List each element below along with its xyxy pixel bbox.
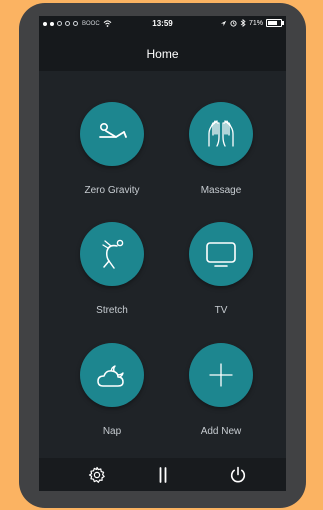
tile-label: Nap — [102, 426, 122, 437]
tile-tv[interactable]: TV — [171, 222, 271, 316]
action-grid: Zero Gravity Massage Stretch TV Nap Add … — [39, 71, 286, 458]
stretch-person-icon — [102, 239, 124, 269]
tile-label: Massage — [200, 185, 242, 196]
settings-button[interactable] — [88, 466, 106, 484]
power-button[interactable] — [229, 466, 247, 484]
massage-button[interactable] — [189, 102, 253, 166]
page-title: Home — [146, 47, 179, 61]
massage-hands-icon — [208, 120, 234, 147]
tile-zero-gravity[interactable]: Zero Gravity — [62, 102, 162, 196]
battery-percentage: 71% — [248, 19, 263, 27]
recline-person-icon — [99, 123, 127, 138]
bottom-toolbar — [39, 458, 286, 491]
tile-label: TV — [214, 305, 228, 316]
status-indicators: 71% — [220, 19, 284, 27]
pause-icon — [159, 467, 167, 483]
pause-button[interactable] — [154, 466, 172, 484]
location-icon — [220, 20, 227, 26]
cloud-moon-icon — [97, 365, 124, 387]
tv-icon — [206, 242, 236, 267]
stretch-button[interactable] — [80, 222, 144, 286]
app-screen: BOOC 13:59 71% Home Zero Gravity Massage… — [39, 16, 286, 491]
tile-label: Stretch — [96, 305, 128, 316]
alarm-icon — [230, 19, 237, 27]
tile-massage[interactable]: Massage — [171, 102, 271, 196]
add-new-button[interactable] — [189, 343, 253, 407]
tile-label: Add New — [200, 426, 242, 437]
plus-icon — [209, 363, 233, 387]
gear-icon — [88, 466, 105, 483]
tile-nap[interactable]: Nap — [62, 343, 162, 437]
navigation-bar: Home — [39, 33, 286, 71]
power-icon — [230, 466, 246, 483]
tv-button[interactable] — [189, 222, 253, 286]
tile-stretch[interactable]: Stretch — [62, 222, 162, 316]
phone-frame: BOOC 13:59 71% Home Zero Gravity Massage… — [19, 3, 306, 508]
nap-button[interactable] — [80, 343, 144, 407]
tile-add-new[interactable]: Add New — [171, 343, 271, 437]
battery-icon — [266, 19, 284, 27]
zero-gravity-button[interactable] — [80, 102, 144, 166]
bluetooth-icon — [240, 19, 246, 27]
tile-label: Zero Gravity — [84, 185, 140, 196]
status-bar: BOOC 13:59 71% — [39, 16, 286, 33]
